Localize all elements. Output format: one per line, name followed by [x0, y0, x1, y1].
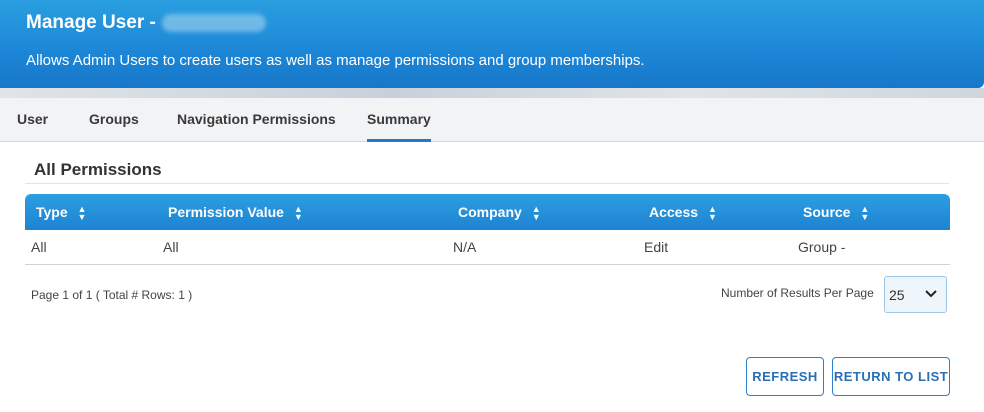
title-row: Manage User -	[26, 12, 266, 34]
cell-source: Group -	[798, 239, 846, 255]
tab-bar: User Groups Navigation Permissions Summa…	[0, 98, 984, 142]
section-title: All Permissions	[34, 160, 162, 179]
column-header-type[interactable]: Type ▲ ▼	[36, 194, 86, 230]
page-header: Manage User - Allows Admin Users to crea…	[0, 0, 984, 88]
per-page-label: Number of Results Per Page	[721, 286, 874, 300]
table-row: All All N/A Edit Group -	[25, 230, 950, 265]
cell-permission-value: All	[163, 239, 179, 255]
pager-info: Page 1 of 1 ( Total # Rows: 1 )	[31, 288, 193, 302]
chevron-down-icon	[925, 290, 937, 298]
header-divider	[0, 88, 984, 98]
column-label: Source	[803, 204, 851, 220]
sort-icon: ▲ ▼	[293, 204, 303, 223]
tab-summary[interactable]: Summary	[367, 98, 431, 142]
per-page-value: 25	[889, 287, 905, 303]
return-to-list-button[interactable]: RETURN TO LIST	[832, 357, 950, 396]
column-label: Company	[458, 204, 522, 220]
column-header-company[interactable]: Company ▲ ▼	[458, 194, 541, 230]
sort-icon: ▲ ▼	[77, 204, 87, 223]
cell-company: N/A	[453, 239, 477, 255]
cell-access: Edit	[644, 239, 669, 255]
redacted-user-name	[161, 14, 266, 32]
sort-icon: ▲ ▼	[531, 204, 541, 223]
sort-icon: ▲ ▼	[707, 204, 717, 223]
column-label: Access	[649, 204, 699, 220]
column-header-access[interactable]: Access ▲ ▼	[649, 194, 717, 230]
tab-navigation-permissions[interactable]: Navigation Permissions	[177, 98, 336, 142]
cell-type: All	[31, 239, 47, 255]
column-label: Permission Value	[168, 204, 284, 220]
refresh-button[interactable]: REFRESH	[746, 357, 824, 396]
tab-user[interactable]: User	[17, 98, 48, 142]
column-header-permission-value[interactable]: Permission Value ▲ ▼	[168, 194, 303, 230]
sort-icon: ▲ ▼	[860, 204, 870, 223]
column-label: Type	[36, 204, 68, 220]
column-header-source[interactable]: Source ▲ ▼	[803, 194, 869, 230]
per-page-select[interactable]: 25	[884, 276, 947, 313]
section-divider	[25, 183, 949, 184]
tab-groups[interactable]: Groups	[89, 98, 139, 142]
page-subtitle: Allows Admin Users to create users as we…	[26, 52, 645, 69]
table-header: Type ▲ ▼ Permission Value ▲ ▼ Company ▲ ▼ A…	[25, 194, 950, 230]
page-title: Manage User -	[26, 12, 156, 33]
